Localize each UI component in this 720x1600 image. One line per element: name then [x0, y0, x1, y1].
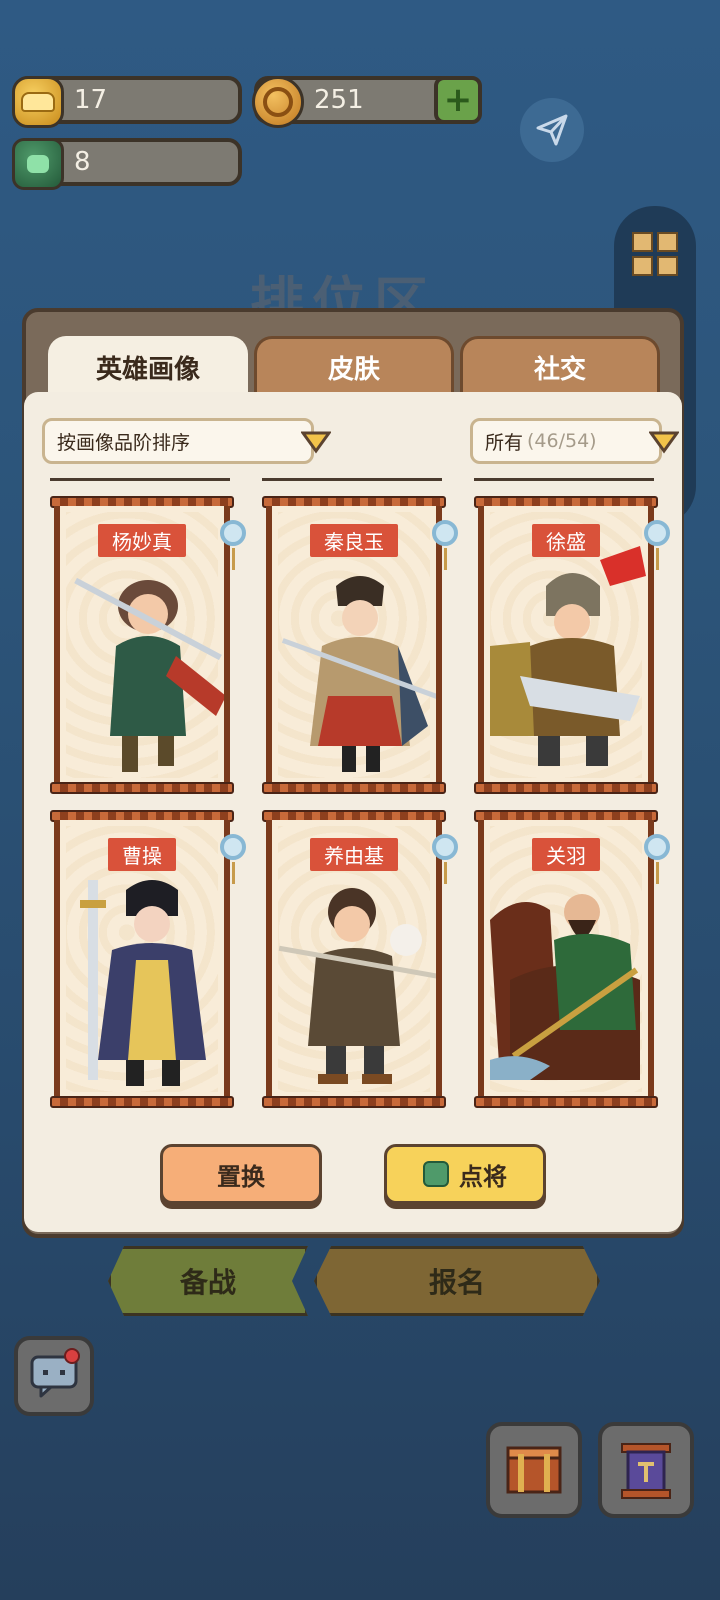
- scroll-pin-icon: [432, 520, 458, 570]
- coin-counter: 251 +: [252, 76, 482, 128]
- hero-card[interactable]: 杨妙真: [50, 496, 246, 794]
- owner-filter-dropdown[interactable]: 所有 (46/54): [470, 418, 679, 464]
- badge-value: 8: [74, 147, 91, 177]
- hero-portrait-image: [278, 888, 436, 1084]
- grid-menu-icon: [632, 232, 678, 276]
- gold-counter: 17: [12, 76, 242, 128]
- hero-name: 徐盛: [532, 524, 600, 557]
- scroll-rod: [50, 1096, 234, 1108]
- scroll-rod: [262, 782, 446, 794]
- hero-portrait-image: [74, 577, 224, 772]
- scroll-paper: 秦良玉: [266, 506, 442, 784]
- scroll-paper: 徐盛: [478, 506, 654, 784]
- scroll-rod: [262, 1096, 446, 1108]
- hero-card[interactable]: 关羽: [474, 810, 670, 1108]
- send-button[interactable]: [520, 98, 584, 162]
- scroll-rod: [474, 1096, 658, 1108]
- pick-general-button[interactable]: 点将: [384, 1144, 546, 1204]
- tab-skins[interactable]: 皮肤: [254, 336, 454, 396]
- hero-portrait-image: [490, 546, 646, 766]
- hero-portrait-image: [80, 880, 206, 1086]
- divider: [262, 478, 442, 481]
- swap-label: 置换: [217, 1162, 265, 1191]
- pick-label: 点将: [459, 1162, 507, 1191]
- tab-bar: 英雄画像 皮肤 社交: [48, 336, 660, 396]
- coin-value: 251: [314, 85, 364, 115]
- gold-value: 17: [74, 85, 108, 115]
- badge-counter: 8: [12, 138, 242, 190]
- hero-portrait-image: [490, 894, 640, 1080]
- chest-button[interactable]: [486, 1422, 582, 1518]
- jade-badge-icon: [423, 1161, 449, 1187]
- gold-ingot-icon: [12, 76, 64, 128]
- hero-card[interactable]: 养由基: [262, 810, 458, 1108]
- prepare-label: 备战: [179, 1266, 236, 1299]
- sort-dropdown[interactable]: 按画像品阶排序: [42, 418, 331, 464]
- treasure-chest-icon: [506, 1446, 562, 1494]
- scroll-paper: 养由基: [266, 820, 442, 1098]
- tab-social[interactable]: 社交: [460, 336, 660, 396]
- hero-name: 杨妙真: [98, 524, 186, 557]
- scroll-paper: 曹操: [54, 820, 230, 1098]
- scroll-pin-icon: [220, 520, 246, 570]
- sort-label: 按画像品阶排序: [57, 431, 191, 454]
- hero-name: 关羽: [532, 838, 600, 871]
- hero-card[interactable]: 秦良玉: [262, 496, 458, 794]
- chat-button[interactable]: [14, 1336, 94, 1416]
- swap-button[interactable]: 置换: [160, 1144, 322, 1204]
- hero-card[interactable]: 曹操: [50, 810, 246, 1108]
- coin-icon: [252, 76, 304, 128]
- divider: [474, 478, 654, 481]
- paper-plane-icon: [536, 114, 568, 146]
- banner-button[interactable]: [598, 1422, 694, 1518]
- scroll-pin-icon: [220, 834, 246, 884]
- tab-hero-portrait[interactable]: 英雄画像: [48, 336, 248, 396]
- prepare-button[interactable]: 备战: [108, 1246, 308, 1316]
- hero-name: 养由基: [310, 838, 398, 871]
- scroll-paper: 杨妙真: [54, 506, 230, 784]
- signup-button[interactable]: 报名: [314, 1246, 600, 1316]
- notification-dot: [64, 1348, 80, 1364]
- banner-scroll-icon: [621, 1443, 671, 1499]
- add-coin-button[interactable]: +: [434, 76, 482, 124]
- signup-label: 报名: [428, 1266, 485, 1299]
- scroll-pin-icon: [644, 834, 670, 884]
- scroll-paper: 关羽: [478, 820, 654, 1098]
- owner-count: (46/54): [527, 430, 597, 452]
- scroll-rod: [474, 782, 658, 794]
- scroll-pin-icon: [432, 834, 458, 884]
- scroll-rod: [50, 782, 234, 794]
- divider: [50, 478, 230, 481]
- hero-name: 秦良玉: [310, 524, 398, 557]
- hero-portrait-image: [281, 576, 436, 772]
- hero-card[interactable]: 徐盛: [474, 496, 670, 794]
- jade-badge-icon: [12, 138, 64, 190]
- scroll-pin-icon: [644, 520, 670, 570]
- owner-filter-label: 所有: [485, 431, 524, 454]
- hero-name: 曹操: [108, 838, 176, 871]
